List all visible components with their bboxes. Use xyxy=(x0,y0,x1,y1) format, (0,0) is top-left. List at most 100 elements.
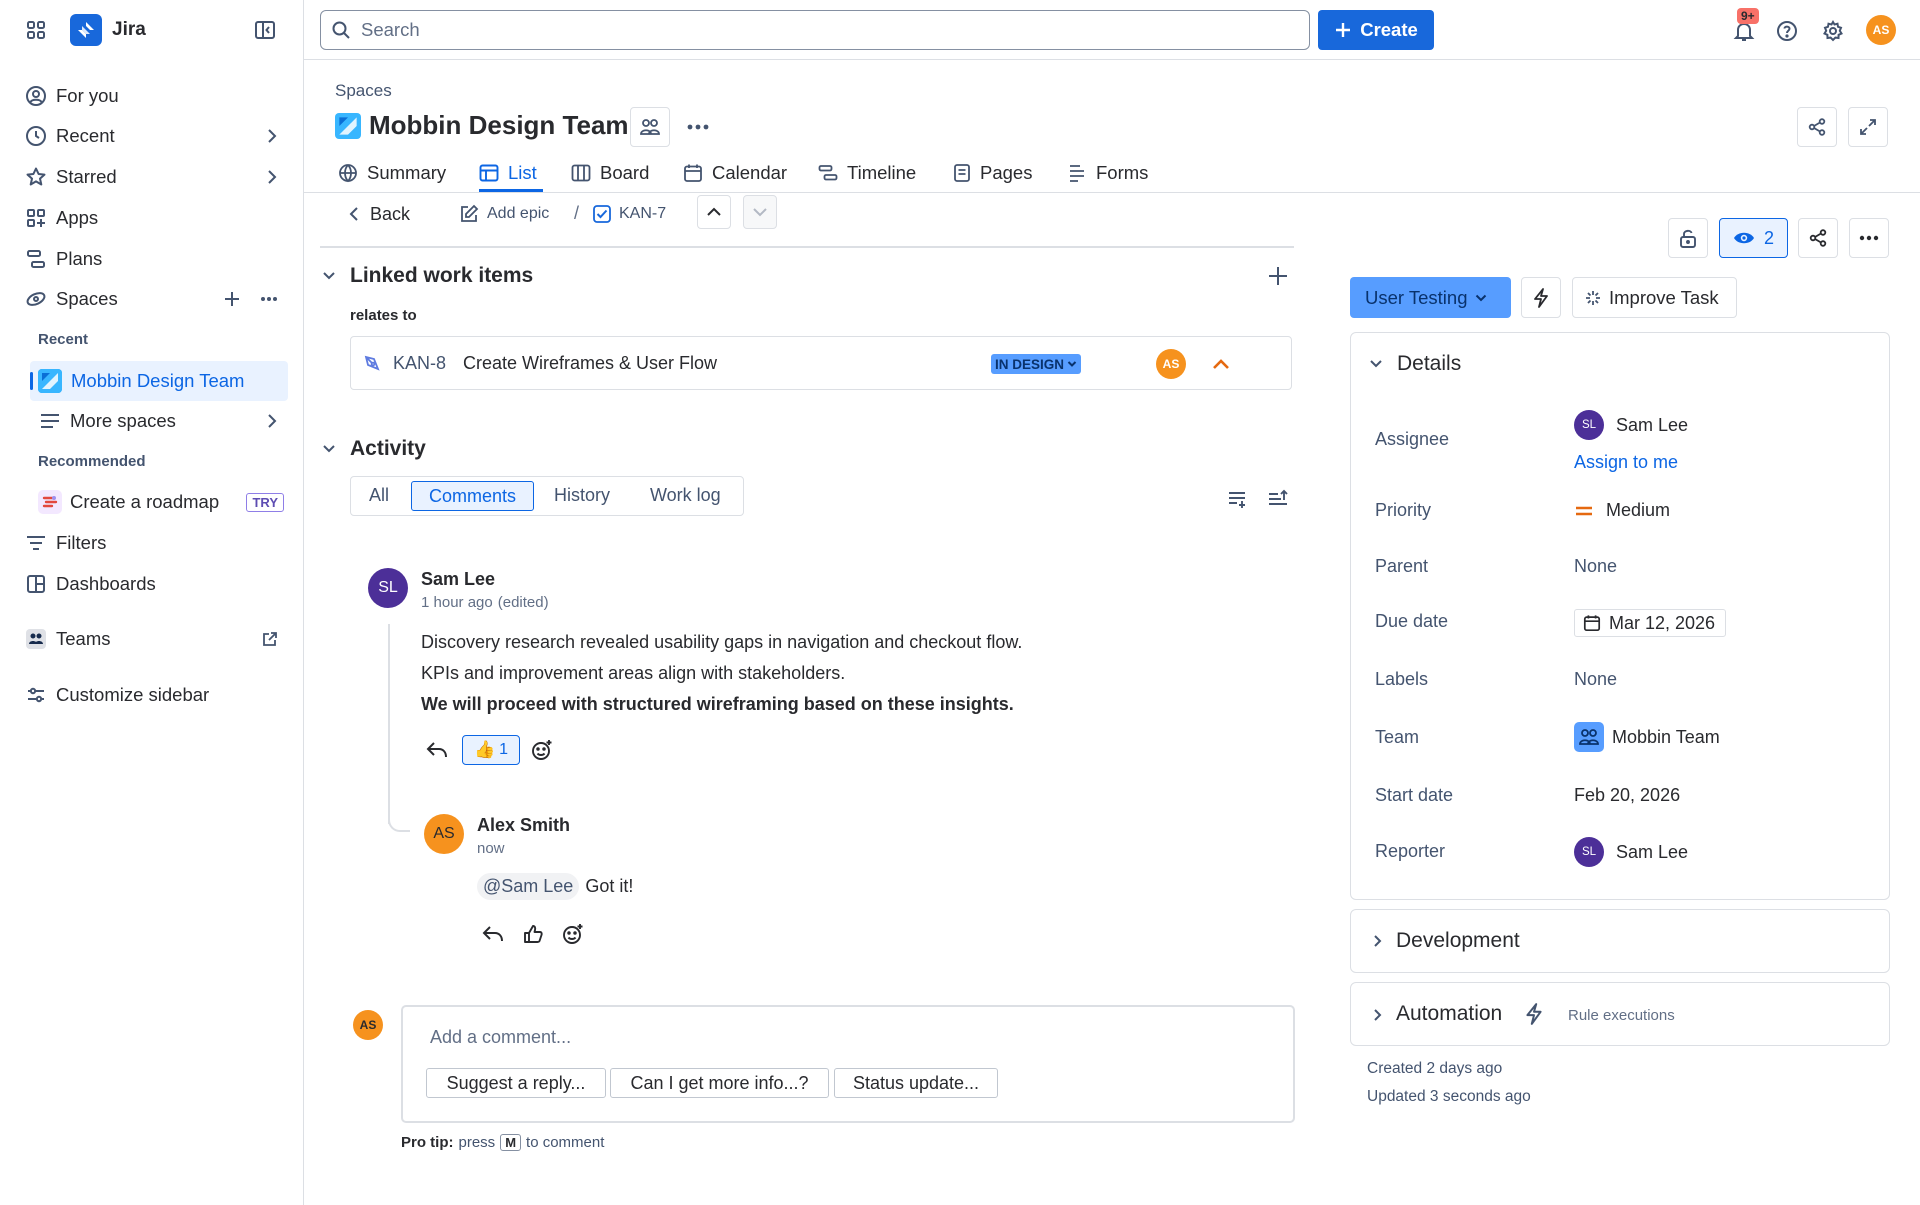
activity-header[interactable]: Activity xyxy=(322,437,426,461)
lock-icon[interactable] xyxy=(1668,218,1708,258)
automation-panel[interactable]: Automation Rule executions xyxy=(1350,982,1890,1046)
chevron-right-icon[interactable] xyxy=(266,128,278,144)
start-date-value[interactable]: Feb 20, 2026 xyxy=(1574,785,1680,806)
mention-chip[interactable]: @Sam Lee xyxy=(477,873,580,900)
tab-summary[interactable]: Summary xyxy=(338,158,446,188)
more-info-button[interactable]: Can I get more info...? xyxy=(610,1068,829,1098)
help-icon[interactable] xyxy=(1772,16,1802,46)
collapse-sidebar-icon[interactable] xyxy=(250,16,280,44)
sidebar-item-more-spaces[interactable]: More spaces xyxy=(38,402,288,440)
team-value[interactable]: Mobbin Team xyxy=(1574,722,1720,752)
filter-all[interactable]: All xyxy=(369,485,389,506)
sidebar-item-for-you[interactable]: For you xyxy=(24,77,288,115)
sidebar-item-plans[interactable]: Plans xyxy=(24,240,288,278)
add-epic-button[interactable]: Add epic xyxy=(459,202,549,226)
tab-forms[interactable]: Forms xyxy=(1067,158,1148,188)
tabs-divider xyxy=(304,192,1920,193)
sidebar-item-active-space[interactable]: Mobbin Design Team xyxy=(30,361,288,401)
search-input[interactable]: Search xyxy=(320,10,1310,50)
status-badge[interactable]: IN DESIGN xyxy=(991,354,1082,374)
more-icon[interactable] xyxy=(682,117,714,137)
development-panel[interactable]: Development xyxy=(1350,909,1890,973)
comment-author[interactable]: Sam Lee xyxy=(421,569,495,590)
assignee-avatar: SL xyxy=(1574,410,1604,440)
rule-executions-link[interactable]: Rule executions xyxy=(1568,1007,1675,1024)
comment-input[interactable]: Add a comment... xyxy=(401,1005,1295,1123)
filter-work-log[interactable]: Work log xyxy=(650,485,721,506)
plus-icon[interactable] xyxy=(224,291,240,307)
sidebar-item-filters[interactable]: Filters xyxy=(24,524,288,562)
comment-meta: 1 hour ago (edited) xyxy=(421,594,549,611)
thread-connector xyxy=(388,808,410,832)
priority-value[interactable]: Medium xyxy=(1574,500,1670,521)
due-date-value[interactable]: Mar 12, 2026 xyxy=(1574,609,1727,637)
status-dropdown[interactable]: User Testing xyxy=(1350,277,1511,318)
tab-pages[interactable]: Pages xyxy=(953,158,1032,188)
more-icon[interactable] xyxy=(1849,218,1889,258)
tab-calendar[interactable]: Calendar xyxy=(683,158,787,188)
reply-author-avatar: AS xyxy=(424,814,464,854)
add-link-plus-icon[interactable] xyxy=(1266,264,1290,288)
labels-value[interactable]: None xyxy=(1574,669,1617,690)
more-icon[interactable] xyxy=(260,296,278,302)
user-avatar[interactable]: AS xyxy=(1866,15,1896,45)
add-reaction-icon[interactable] xyxy=(558,920,588,948)
sidebar-item-teams[interactable]: Teams xyxy=(24,620,288,658)
sidebar-item-recent[interactable]: Recent xyxy=(24,117,288,155)
add-reaction-icon[interactable] xyxy=(527,736,557,764)
filter-comments[interactable]: Comments xyxy=(411,481,534,511)
jira-logo[interactable]: Jira xyxy=(70,14,146,46)
linked-item-summary[interactable]: Create Wireframes & User Flow xyxy=(463,353,717,374)
expand-icon[interactable] xyxy=(1848,107,1888,147)
create-button[interactable]: Create xyxy=(1318,10,1434,50)
watchers-button[interactable]: 2 xyxy=(1719,218,1788,258)
external-link-icon[interactable] xyxy=(262,631,278,647)
parent-value[interactable]: None xyxy=(1574,556,1617,577)
thumbs-up-icon[interactable] xyxy=(518,920,548,948)
sort-ascending-icon[interactable] xyxy=(1264,486,1292,512)
reporter-avatar: SL xyxy=(1574,837,1604,867)
sidebar-item-apps[interactable]: Apps xyxy=(24,199,288,237)
team-people-icon[interactable] xyxy=(630,107,670,147)
previous-issue-button[interactable] xyxy=(697,195,731,229)
suggest-reply-button[interactable]: Suggest a reply... xyxy=(426,1068,606,1098)
task-checkbox-icon xyxy=(593,205,611,223)
filter-history[interactable]: History xyxy=(554,485,610,506)
share-icon[interactable] xyxy=(1797,107,1837,147)
app-switcher-icon[interactable] xyxy=(20,16,52,44)
linked-work-items-header[interactable]: Linked work items xyxy=(322,264,533,288)
assign-to-me-link[interactable]: Assign to me xyxy=(1574,452,1678,473)
improve-task-button[interactable]: Improve Task xyxy=(1572,277,1737,318)
sort-options-icon[interactable] xyxy=(1224,486,1252,512)
next-issue-button[interactable] xyxy=(743,195,777,229)
notifications-button[interactable]: 9+ xyxy=(1728,8,1760,46)
issue-key: KAN-7 xyxy=(619,205,667,222)
linked-item-key[interactable]: KAN-8 xyxy=(393,353,446,374)
automation-lightning-icon[interactable] xyxy=(1521,277,1561,318)
chevron-right-icon[interactable] xyxy=(266,413,278,429)
tab-board[interactable]: Board xyxy=(571,158,649,188)
breadcrumb[interactable]: Spaces xyxy=(335,81,392,101)
sidebar-item-starred[interactable]: Starred xyxy=(24,158,288,196)
tab-list[interactable]: List xyxy=(479,158,537,188)
filter-icon xyxy=(24,531,48,555)
details-header[interactable]: Details xyxy=(1369,352,1461,376)
reply-author[interactable]: Alex Smith xyxy=(477,815,570,836)
reply-icon[interactable] xyxy=(422,736,452,764)
back-button[interactable]: Back xyxy=(348,202,410,226)
sidebar-item-customize[interactable]: Customize sidebar xyxy=(24,676,288,714)
issue-key-link[interactable]: KAN-7 xyxy=(593,202,666,226)
status-update-button[interactable]: Status update... xyxy=(834,1068,998,1098)
sidebar-item-dashboards[interactable]: Dashboards xyxy=(24,565,288,603)
assignee-value[interactable]: SL Sam Lee xyxy=(1574,410,1688,440)
chevron-right-icon[interactable] xyxy=(266,169,278,185)
reply-icon[interactable] xyxy=(478,920,508,948)
tab-timeline[interactable]: Timeline xyxy=(818,158,916,188)
reporter-value[interactable]: SL Sam Lee xyxy=(1574,837,1688,867)
reaction-thumbs-up[interactable]: 👍 1 xyxy=(462,735,520,765)
share-icon[interactable] xyxy=(1798,218,1838,258)
sidebar-item-spaces[interactable]: Spaces xyxy=(24,280,288,318)
linked-item-row[interactable]: KAN-8 Create Wireframes & User Flow IN D… xyxy=(350,336,1292,390)
sidebar-item-create-roadmap[interactable]: Create a roadmap TRY xyxy=(38,483,288,521)
settings-gear-icon[interactable] xyxy=(1818,16,1848,46)
